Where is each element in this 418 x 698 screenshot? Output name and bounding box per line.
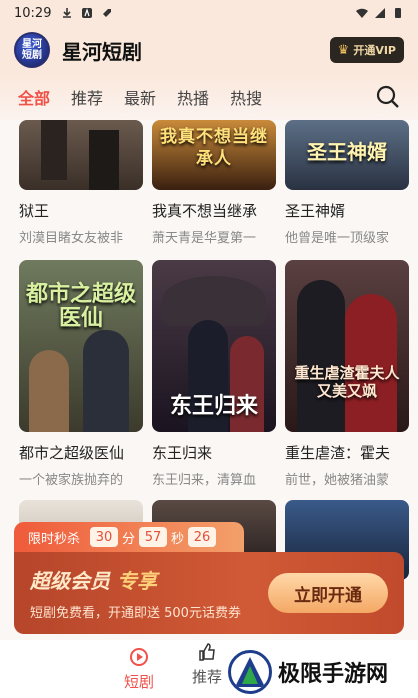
nav-shorts[interactable]: 短剧 [124,647,154,692]
app-logo-text-bottom: 短剧 [22,50,42,61]
drama-card[interactable]: 狱王 刘漠目睹女友被非 [19,120,143,246]
drama-title: 狱王 [19,202,50,220]
drama-title: 重生虐渣：霍夫 [285,444,391,462]
drama-description: 刘漠目睹女友被非 [19,231,124,246]
poster-title-art: 东王归来 [169,393,258,419]
status-time: 10:29 [14,5,52,21]
drama-poster: 都市之超级医仙 [19,260,143,432]
drama-card[interactable]: 重生虐渣霍夫人又美又飒 重生虐渣：霍夫 前世，她被猪油蒙 [285,260,409,488]
vip-promo-banner[interactable]: 超级会员 专享 短剧免费看，开通即送 500元话费券 立即开通 [14,552,404,634]
timer-seconds-unit: 秒 [171,531,185,547]
timer-minutes: 30 [90,527,119,547]
drama-poster: 圣王神婿 [285,120,409,190]
watermark-text: 极限手游网 [278,662,389,687]
poster-title-art: 重生虐渣霍夫人又美又飒 [294,364,400,400]
vip-button[interactable]: ♛ 开通VIP [329,37,404,63]
poster-title-art: 圣王神婿 [307,140,387,164]
status-bar: 10:29 [0,0,418,26]
tab-latest[interactable]: 最新 [124,85,156,109]
promo-subtitle: 短剧免费看，开通即送 500元话费券 [30,606,241,621]
drama-title: 东王归来 [152,444,213,462]
poster-title-art: 都市之超级医仙 [25,281,136,331]
wifi-icon [356,8,368,18]
flash-sale-timer: 限时秒杀 30 分 57 秒 26 [14,522,244,552]
timer-seconds: 57 [139,527,168,547]
download-icon [63,8,72,18]
open-vip-button[interactable]: 立即开通 [268,573,388,613]
tag-icon [103,9,112,17]
drama-description: 前世，她被猪油蒙 [285,473,390,488]
drama-description: 萧天青是华夏第一 [152,231,257,246]
thumbs-up-icon [199,643,215,661]
grid-row: 都市之超级医仙 都市之超级医仙 一个被家族抛弃的 东王归来 东王归来 东王归来，… [0,260,418,488]
drama-title: 我真不想当继承 [152,202,258,220]
tab-all[interactable]: 全部 [18,85,50,109]
app-logo-text-top: 星河 [22,39,42,50]
timer-millis: 26 [188,527,217,547]
tab-trending[interactable]: 热搜 [230,85,262,109]
app-title: 星河短剧 [62,39,142,64]
poster-title-art: 我真不想当继承人 [160,127,268,169]
promo-title-highlight: 专享 [116,569,157,593]
play-circle-icon [129,647,148,666]
nav-recommend[interactable]: 推荐 [192,642,222,687]
drama-description: 东王归来，清算血 [152,473,257,488]
drama-title: 都市之超级医仙 [19,444,125,462]
drama-card[interactable]: 我真不想当继承人 我真不想当继承 萧天青是华夏第一 [152,120,276,246]
drama-description: 他曾是唯一顶级家 [285,231,390,246]
signal-icon [375,8,385,18]
tab-hot[interactable]: 热播 [177,85,209,109]
app-header: 星河 短剧 星河短剧 ♛ 开通VIP [0,26,418,74]
watermark-logo [228,650,272,694]
drama-card[interactable]: 圣王神婿 圣王神婿 他曾是唯一顶级家 [285,120,409,246]
grid-row: 狱王 刘漠目睹女友被非 我真不想当继承人 我真不想当继承 萧天青是华夏第一 圣王… [0,120,418,246]
drama-card[interactable]: 东王归来 东王归来 东王归来，清算血 [152,260,276,488]
drama-poster [19,120,143,190]
nav-shorts-label: 短剧 [123,672,154,691]
app-logo: 星河 短剧 [14,32,50,68]
search-icon[interactable] [376,85,400,109]
drama-description: 一个被家族抛弃的 [19,473,124,488]
nav-recommend-label: 推荐 [192,668,223,686]
drama-poster: 东王归来 [152,260,276,432]
flash-sale-label: 限时秒杀 [28,531,81,547]
drama-card[interactable]: 都市之超级医仙 都市之超级医仙 一个被家族抛弃的 [19,260,143,488]
vip-button-label: 开通VIP [353,44,396,57]
battery-icon [395,8,401,18]
site-watermark: 极限手游网 [228,650,388,694]
tab-recommend[interactable]: 推荐 [71,85,103,109]
drama-poster: 我真不想当继承人 [152,120,276,190]
drama-title: 圣王神婿 [285,202,346,220]
category-tabs: 全部 推荐 最新 热播 热搜 [0,74,418,120]
crown-icon: ♛ [337,42,350,58]
drama-poster: 重生虐渣霍夫人又美又飒 [285,260,409,432]
promo-title: 超级会员 专享 [30,565,241,594]
promo-title-main: 超级会员 [30,569,110,593]
app-notification-icon [82,8,93,18]
timer-minutes-unit: 分 [122,531,136,547]
